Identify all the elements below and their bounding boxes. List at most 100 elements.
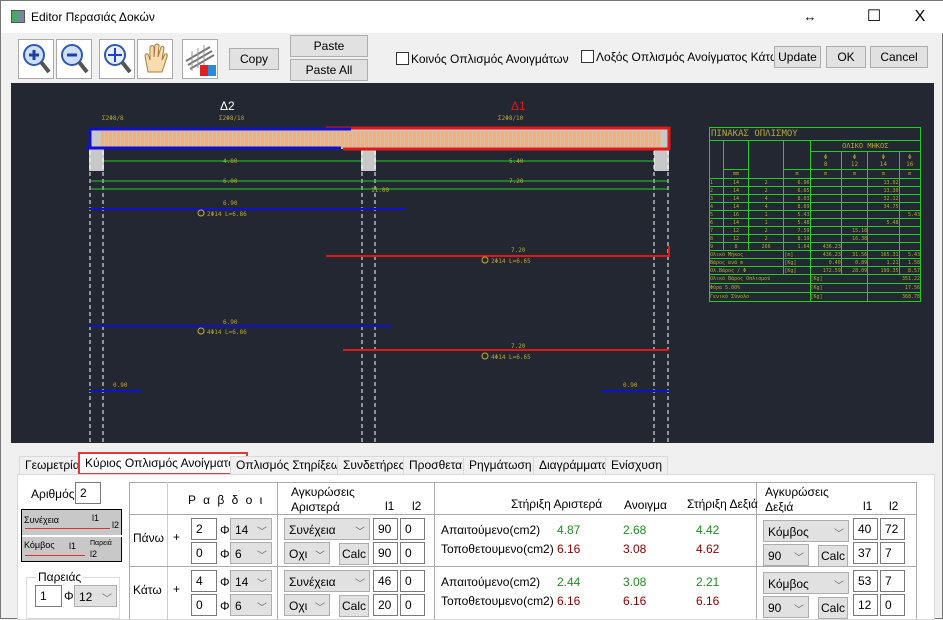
tab-5[interactable]: Προσθετα xyxy=(403,456,469,475)
placed-value: 6.16 xyxy=(623,594,647,608)
app-icon xyxy=(11,10,25,23)
tab-2[interactable]: Κύριος Οπλισμός Ανοίγματος xyxy=(78,452,248,475)
calc-left-button[interactable]: Calc xyxy=(339,595,369,617)
phi-label: Φ xyxy=(220,547,230,561)
bar-length: 7.20 xyxy=(511,247,526,254)
maximize-button[interactable]: ☐ xyxy=(851,1,897,33)
required-label: Απαιτούμενο(cm2) xyxy=(441,575,541,589)
common-reinforcement-checkbox[interactable] xyxy=(396,52,409,65)
right-l2-input[interactable]: 7 xyxy=(880,542,905,564)
support-dim: 0.90 xyxy=(623,382,638,389)
left-hook-select[interactable]: Οχι ﹀ xyxy=(284,594,330,616)
right-angle-select[interactable]: 90 ﹀ xyxy=(763,544,809,566)
right-l1-input[interactable]: 40 xyxy=(853,518,878,540)
update-button[interactable]: Update xyxy=(774,46,821,68)
bar-count-input[interactable]: 4 xyxy=(191,570,217,592)
cancel-button[interactable]: Cancel xyxy=(870,46,928,68)
schedule-row: 4 14 4 8.69 34.75 xyxy=(708,202,921,211)
total-length-header: ΟΛΙΚΟ ΜΗΚΟΣ xyxy=(809,139,922,153)
drawing-canvas[interactable]: Δ2 Δ1 Σ2Φ8/8 Σ2Φ8/10 Σ2Φ8/10 4.80 5.40 6… xyxy=(11,83,934,443)
left-l2-input[interactable]: 0 xyxy=(400,518,425,540)
bar-label: 4Φ14 L=6.86 xyxy=(207,329,247,336)
bar-count-input[interactable]: 0 xyxy=(191,594,217,616)
left-l1-input[interactable]: 46 xyxy=(373,570,398,592)
right-l1-input[interactable]: 53 xyxy=(853,570,878,592)
left-l1-input[interactable]: 90 xyxy=(373,518,398,540)
right-anchorage-type-select[interactable]: Κόμβος ﹀ xyxy=(763,520,849,542)
bar-label: 4Φ14 L=6.65 xyxy=(491,354,531,361)
required-label: Απαιτούμενο(cm2) xyxy=(441,523,541,537)
paste-button[interactable]: Paste xyxy=(290,35,368,57)
tab-1[interactable]: Γεωμετρία xyxy=(19,456,86,475)
tab-8[interactable]: Ενίσχυση xyxy=(605,456,669,475)
bar-diameter-select[interactable]: 14 ﹀ xyxy=(230,518,272,540)
restore-icon[interactable]: ↔ xyxy=(787,1,833,33)
add-bar-button[interactable]: + xyxy=(173,582,180,596)
left-hook-select[interactable]: Οχι ﹀ xyxy=(284,542,330,564)
support-gridlines xyxy=(89,151,669,443)
left-l1-input[interactable]: 20 xyxy=(373,594,398,616)
bar-diameter-select[interactable]: 14 ﹀ xyxy=(230,570,272,592)
right-l2-input[interactable]: 7 xyxy=(880,570,905,592)
bar-length: 6.90 xyxy=(223,319,238,326)
dim-right: 5.40 xyxy=(509,158,524,165)
tab-6[interactable]: Ρηγμάτωση xyxy=(463,456,538,475)
tab-7[interactable]: Διαγράμματα xyxy=(533,456,615,475)
right-l1-input[interactable]: 12 xyxy=(853,594,878,616)
zoom-extents-button[interactable] xyxy=(99,39,135,79)
right-anchorage-type-select[interactable]: Κόμβος ﹀ xyxy=(763,572,849,594)
paste-all-button[interactable]: Paste All xyxy=(290,59,368,81)
rebar-3d-button[interactable] xyxy=(182,39,218,79)
right-l2-input[interactable]: 72 xyxy=(880,518,905,540)
schedule-row: 5 16 1 5.43 5.43 xyxy=(708,210,921,219)
bar-length: 7.20 xyxy=(511,343,526,350)
close-button[interactable]: X xyxy=(897,1,943,33)
face-count-input[interactable]: 1 xyxy=(35,585,62,607)
right-l1-input[interactable]: 37 xyxy=(853,542,878,564)
diameter-header: 14 xyxy=(879,160,887,168)
len-right: 7.20 xyxy=(509,178,524,185)
left-anchorage-type-select[interactable]: Συνέχεια ﹀ xyxy=(284,518,370,540)
len-left: 6.00 xyxy=(223,178,238,185)
tab-3[interactable]: Οπλισμός Στηρίξεων xyxy=(230,456,353,475)
diameter-header: 8 xyxy=(823,160,828,168)
zoom-in-icon xyxy=(23,44,51,74)
right-l2-input[interactable]: 0 xyxy=(880,594,905,616)
bar-marker-icon xyxy=(481,256,489,264)
rebar-lines xyxy=(89,208,670,392)
anchorage-left-header: Αγκυρώσεις Αριστερά xyxy=(291,485,355,514)
schedule-row: 3 14 4 8.03 32.12 xyxy=(708,194,921,203)
bar-count-input[interactable]: 2 xyxy=(191,518,217,540)
copy-button[interactable]: Copy xyxy=(229,48,279,70)
bar-diameter-select[interactable]: 6 ﹀ xyxy=(230,594,272,616)
left-l1-input[interactable]: 90 xyxy=(373,542,398,564)
placed-value: 3.08 xyxy=(623,542,647,556)
calc-right-button[interactable]: Calc xyxy=(818,545,848,567)
left-anchorage-type-select[interactable]: Συνέχεια ﹀ xyxy=(284,570,370,592)
required-value: 2.68 xyxy=(623,523,647,537)
schedule-title: ΠΙΝΑΚΑΣ ΟΠΛΙΣΜΟΥ xyxy=(709,127,921,141)
calc-left-button[interactable]: Calc xyxy=(339,543,369,565)
tab-4[interactable]: Συνδετήρες xyxy=(337,456,411,475)
number-input[interactable]: 2 xyxy=(75,482,101,504)
zoom-out-icon xyxy=(61,44,89,74)
face-diameter-select[interactable]: 12 ﹀ xyxy=(74,585,117,607)
pan-button[interactable] xyxy=(137,39,173,79)
left-l2-input[interactable]: 0 xyxy=(400,594,425,616)
zoom-out-button[interactable] xyxy=(56,39,92,79)
rebar-3d-icon xyxy=(185,45,216,76)
right-angle-select[interactable]: 90 ﹀ xyxy=(763,596,809,618)
calc-right-button[interactable]: Calc xyxy=(818,597,848,619)
support-left xyxy=(89,149,104,171)
bar-count-input[interactable]: 0 xyxy=(191,542,217,564)
bar-diameter-select[interactable]: 6 ﹀ xyxy=(230,542,272,564)
dimension-lines xyxy=(91,160,667,190)
slanted-reinforcement-label: Λοξός Οπλισμός Ανοίγματος Κάτω xyxy=(596,50,780,64)
ok-button[interactable]: OK xyxy=(826,46,866,68)
left-l2-input[interactable]: 0 xyxy=(400,570,425,592)
zoom-in-button[interactable] xyxy=(18,39,54,79)
add-bar-button[interactable]: + xyxy=(173,530,180,544)
schedule-summary-row: Φύρα 5.00% [Kg] 17.56 xyxy=(709,283,921,293)
slanted-reinforcement-checkbox[interactable] xyxy=(581,50,594,63)
left-l2-input[interactable]: 0 xyxy=(400,542,425,564)
